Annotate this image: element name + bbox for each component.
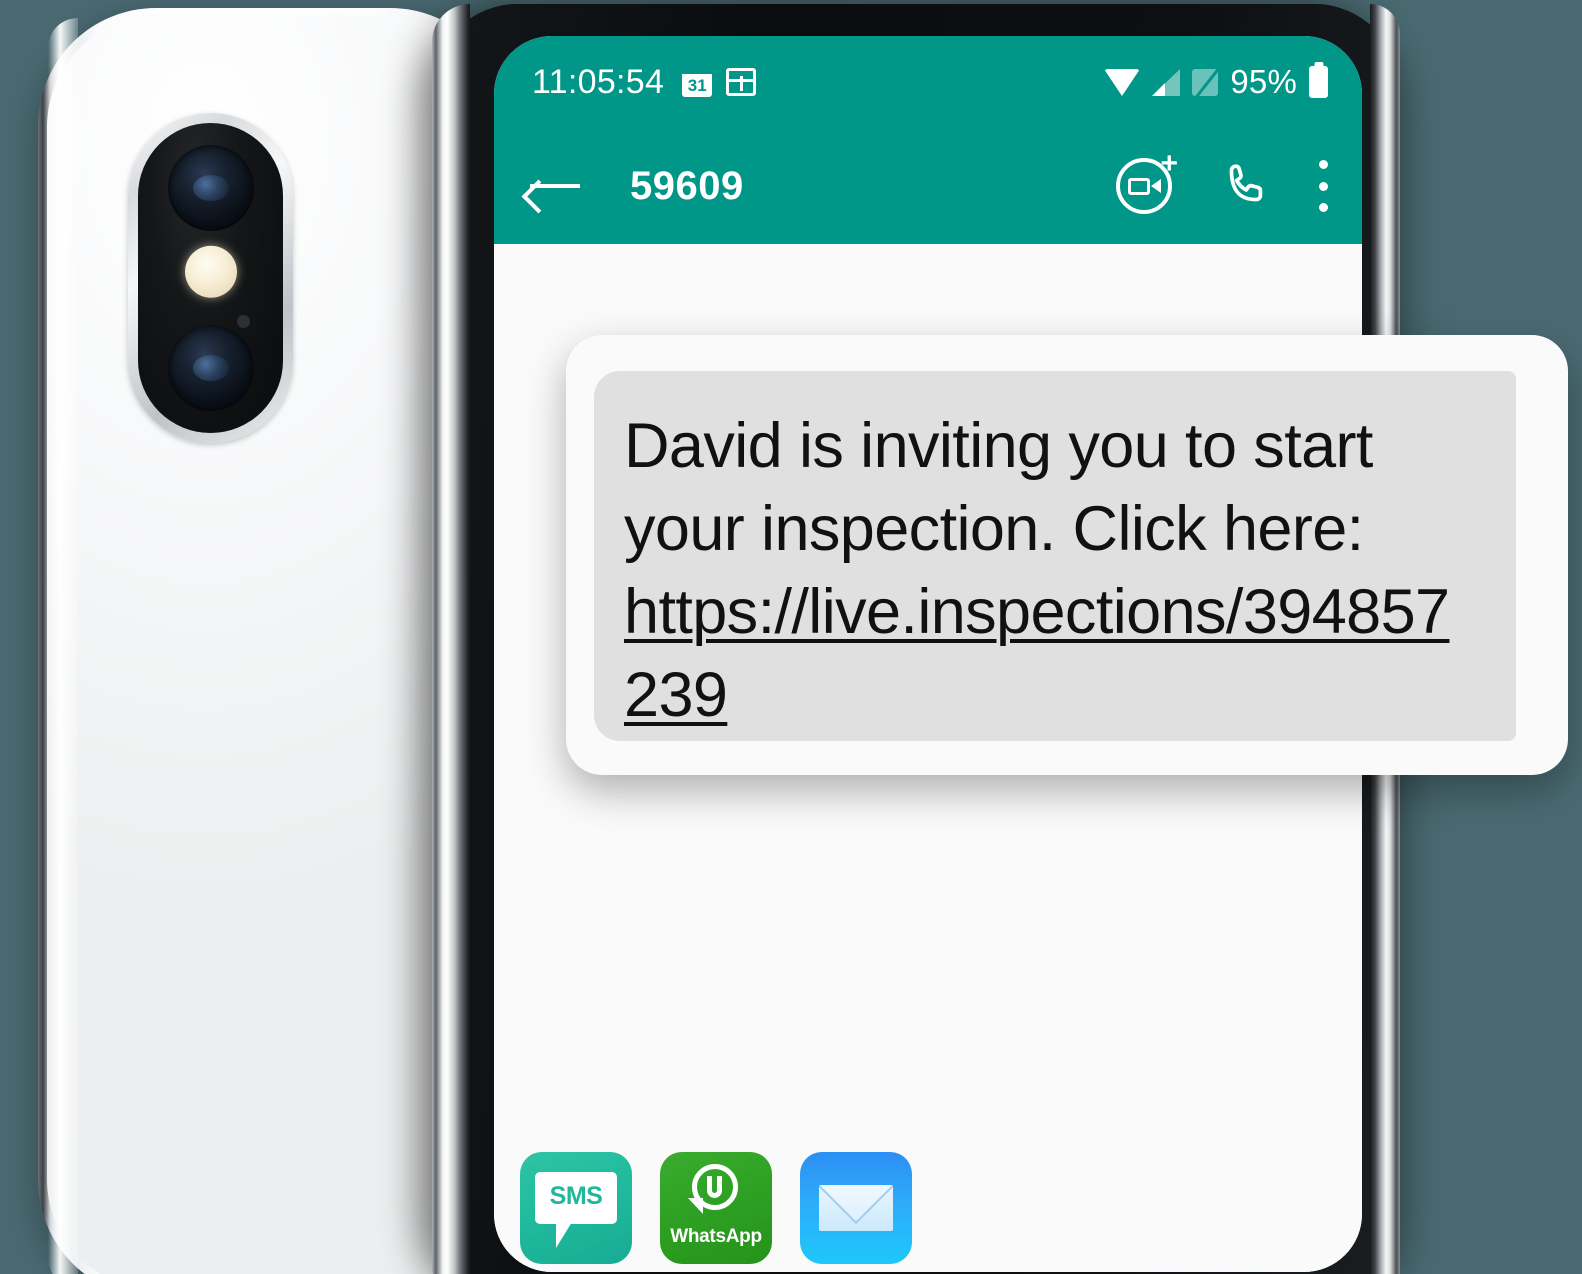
battery-icon bbox=[1309, 66, 1328, 98]
camera-lens-bottom-icon bbox=[167, 325, 254, 411]
front-phone-left-edge bbox=[432, 4, 470, 1274]
sms-app-label: SMS bbox=[549, 1182, 603, 1210]
status-bar-right-icons: 95% bbox=[1104, 63, 1328, 101]
overflow-menu-icon[interactable] bbox=[1318, 160, 1328, 212]
camera-microphone-icon bbox=[236, 315, 250, 329]
calendar-grid-icon bbox=[726, 68, 757, 96]
camera-flash-icon bbox=[184, 245, 237, 298]
incoming-message-bubble: David is inviting you to start your insp… bbox=[594, 371, 1516, 741]
signal-icon bbox=[1152, 68, 1181, 96]
rear-camera-module bbox=[128, 113, 293, 443]
status-bar: 11:05:54 31 95% bbox=[494, 36, 1362, 128]
camera-lens-top-icon bbox=[167, 145, 254, 231]
whatsapp-app-icon[interactable]: WhatsApp bbox=[660, 1152, 772, 1264]
chat-title: 59609 bbox=[630, 163, 744, 208]
message-text: David is inviting you to start your insp… bbox=[624, 405, 1480, 738]
no-sim-icon bbox=[1192, 67, 1221, 100]
wifi-icon bbox=[1104, 68, 1141, 96]
status-clock: 11:05:54 bbox=[532, 62, 665, 101]
calendar-icon: 31 bbox=[682, 67, 713, 97]
screenshot-stage: 11:05:54 31 95% 59609 + SMS WhatsApp Dav… bbox=[0, 0, 1582, 1274]
message-link[interactable]: https://live.inspections/394857239 bbox=[624, 577, 1450, 730]
chat-app-bar: 59609 + bbox=[494, 128, 1362, 244]
voice-call-icon[interactable] bbox=[1220, 161, 1270, 211]
camera-glass-panel bbox=[138, 123, 283, 433]
battery-percentage-label: 95% bbox=[1230, 63, 1297, 100]
video-call-icon[interactable]: + bbox=[1116, 149, 1178, 214]
app-bar-actions: + bbox=[1116, 149, 1328, 214]
back-arrow-icon[interactable] bbox=[528, 165, 584, 207]
app-dock: SMS WhatsApp bbox=[520, 1152, 912, 1264]
mail-app-icon[interactable] bbox=[800, 1152, 912, 1264]
message-text-prefix: David is inviting you to start your insp… bbox=[624, 411, 1373, 565]
whatsapp-app-label: WhatsApp bbox=[670, 1226, 762, 1247]
message-card: David is inviting you to start your insp… bbox=[566, 335, 1568, 775]
status-bar-left-icons: 31 bbox=[682, 67, 757, 97]
sms-app-icon[interactable]: SMS bbox=[520, 1152, 632, 1264]
